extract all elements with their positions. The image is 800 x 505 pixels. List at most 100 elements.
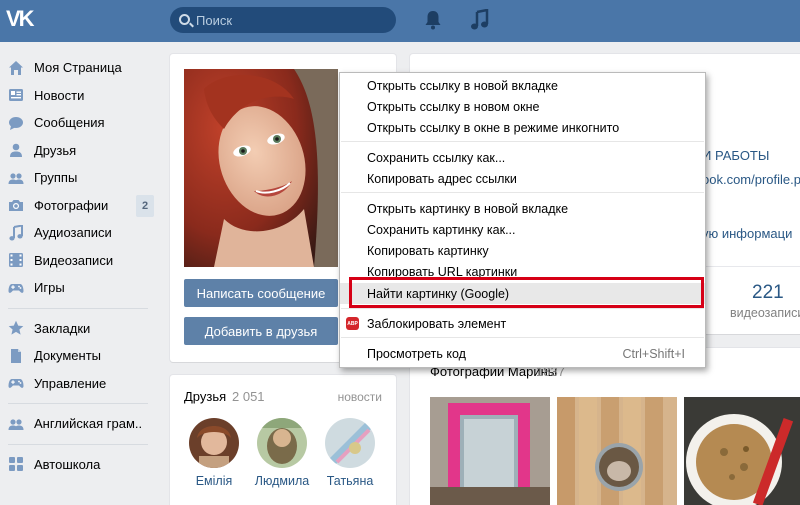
menu-separator [341, 192, 704, 193]
menu-view-source[interactable]: Просмотреть код Ctrl+Shift+I [340, 343, 705, 364]
add-friend-button[interactable]: Добавить в друзья [184, 317, 338, 345]
info-more-link[interactable]: ую информаци [702, 226, 792, 241]
friends-count: 2 051 [232, 389, 265, 404]
sidebar-item-community-english[interactable]: Английская грам.. [0, 410, 160, 438]
sidebar-item-groups[interactable]: Группы [0, 164, 160, 192]
menu-open-link-incognito[interactable]: Открыть ссылку в окне в режиме инкогнито [340, 117, 705, 138]
menu-block-element[interactable]: ABP Заблокировать элемент [340, 313, 705, 334]
sidebar-item-games[interactable]: Игры [0, 274, 160, 302]
menu-separator [341, 337, 704, 338]
friends-title[interactable]: Друзья [184, 389, 226, 404]
sidebar-item-label: Аудиозаписи [34, 225, 112, 241]
menu-block-element-label: Заблокировать элемент [367, 316, 507, 331]
sidebar-item-label: Группы [34, 170, 78, 186]
avatar[interactable] [325, 418, 375, 468]
menu-copy-image-url[interactable]: Копировать URL картинки [340, 261, 705, 282]
top-header: VK [0, 0, 800, 42]
photo-thumbnail[interactable] [557, 397, 677, 505]
profile-photo[interactable] [184, 69, 338, 267]
community-icon [8, 416, 24, 432]
sidebar-item-label: Английская грам.. [34, 416, 143, 432]
sidebar-item-driving-school[interactable]: Автошкола [0, 451, 160, 479]
photo-thumbnail[interactable] [430, 397, 550, 505]
photos-card: Фотографии Марины 1837 [410, 348, 800, 505]
sidebar-item-bookmarks[interactable]: Закладки [0, 315, 160, 343]
menu-save-link[interactable]: Сохранить ссылку как... [340, 147, 705, 168]
sidebar-item-my-page[interactable]: Моя Страница [0, 54, 160, 82]
friend-item[interactable]: Татьяна [320, 418, 380, 488]
sidebar-item-photos[interactable]: Фотографии 2 [0, 192, 160, 220]
sidebar-item-label: Видеозаписи [34, 252, 114, 268]
apps-icon [8, 456, 24, 472]
menu-separator [341, 141, 704, 142]
menu-open-image-new-tab[interactable]: Открыть картинку в новой вкладке [340, 198, 705, 219]
vk-logo[interactable]: VK [6, 6, 42, 34]
menu-copy-link-address[interactable]: Копировать адрес ссылки [340, 168, 705, 189]
menu-save-image[interactable]: Сохранить картинку как... [340, 219, 705, 240]
menu-view-source-label: Просмотреть код [367, 346, 466, 361]
menu-copy-image[interactable]: Копировать картинку [340, 240, 705, 261]
search-icon [179, 14, 190, 25]
photo-thumbnail[interactable] [684, 397, 800, 505]
sidebar-item-documents[interactable]: Документы [0, 342, 160, 370]
friends-news-link[interactable]: новости [338, 390, 382, 404]
left-sidebar: Моя Страница Новости Сообщения Друзья Гр… [0, 54, 160, 478]
home-icon [8, 60, 24, 76]
friend-name[interactable]: Татьяна [320, 474, 380, 488]
search-input[interactable] [196, 10, 386, 30]
sidebar-item-audio[interactable]: Аудиозаписи [0, 219, 160, 247]
context-menu: Открыть ссылку в новой вкладке Открыть с… [339, 72, 706, 368]
menu-shortcut: Ctrl+Shift+I [622, 346, 685, 361]
menu-open-link-new-tab[interactable]: Открыть ссылку в новой вкладке [340, 75, 705, 96]
sidebar-item-news[interactable]: Новости [0, 82, 160, 110]
friend-item[interactable]: Емілія [184, 418, 244, 488]
videos-stat-count[interactable]: 221 [752, 282, 784, 304]
avatar[interactable] [189, 418, 239, 468]
avatar[interactable] [257, 418, 307, 468]
sidebar-item-label: Моя Страница [34, 60, 122, 76]
groups-icon [8, 170, 24, 186]
friend-item[interactable]: Людмила [252, 418, 312, 488]
sidebar-item-label: Новости [34, 87, 85, 103]
sidebar-divider [8, 307, 148, 309]
camera-icon [8, 197, 24, 213]
video-icon [8, 252, 24, 268]
sidebar-item-management[interactable]: Управление [0, 370, 160, 398]
friends-icon [8, 142, 24, 158]
info-profile-link[interactable]: ook.com/profile.p [702, 172, 800, 187]
music-icon[interactable] [470, 9, 490, 31]
sidebar-item-label: Управление [34, 375, 107, 391]
sidebar-divider [8, 403, 148, 404]
videos-stat-label[interactable]: видеозаписи [730, 306, 800, 320]
menu-open-link-new-window[interactable]: Открыть ссылку в новом окне [340, 96, 705, 117]
adblock-icon: ABP [346, 317, 359, 330]
news-icon [8, 87, 24, 103]
write-message-button[interactable]: Написать сообщение [184, 279, 338, 307]
sidebar-item-friends[interactable]: Друзья [0, 137, 160, 165]
sidebar-item-label: Закладки [34, 320, 91, 336]
document-icon [8, 348, 24, 364]
music-note-icon [8, 224, 24, 241]
friend-name[interactable]: Емілія [184, 474, 244, 488]
friends-card: Друзья 2 051 новости Емілія Людмила Тать… [170, 375, 396, 505]
menu-search-image-google[interactable]: Найти картинку (Google) [340, 283, 705, 304]
sidebar-item-label: Друзья [34, 142, 77, 158]
sidebar-item-label: Автошкола [34, 456, 101, 472]
sidebar-item-video[interactable]: Видеозаписи [0, 247, 160, 275]
messages-icon [8, 115, 24, 131]
gamepad-icon [8, 280, 24, 296]
search-box[interactable] [170, 7, 396, 33]
bell-icon[interactable] [424, 10, 442, 30]
sidebar-item-label: Сообщения [34, 115, 105, 131]
star-icon [8, 320, 24, 336]
sidebar-item-label: Документы [34, 348, 102, 364]
sidebar-item-messages[interactable]: Сообщения [0, 109, 160, 137]
friend-name[interactable]: Людмила [252, 474, 312, 488]
photos-count-badge: 2 [136, 194, 154, 217]
sidebar-item-label: Игры [34, 280, 65, 296]
info-work-heading: И РАБОТЫ [702, 148, 770, 163]
gamepad-icon [8, 375, 24, 391]
sidebar-divider [8, 443, 148, 445]
menu-separator [341, 308, 704, 309]
sidebar-item-label: Фотографии [34, 197, 109, 213]
